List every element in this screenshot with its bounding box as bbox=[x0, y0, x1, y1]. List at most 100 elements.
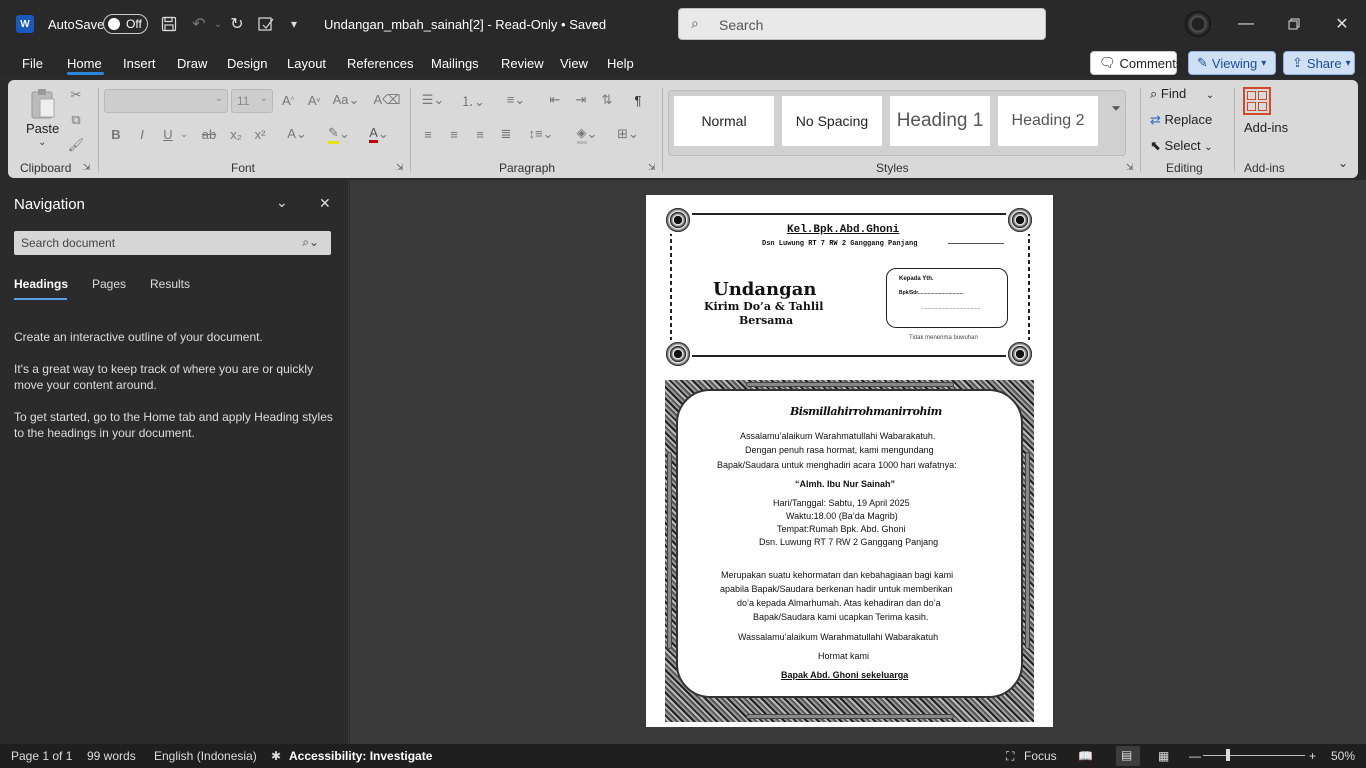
strikethrough-icon[interactable]: ab bbox=[200, 124, 218, 144]
redo-icon[interactable]: ↻ bbox=[226, 13, 248, 35]
tab-insert[interactable]: Insert bbox=[123, 56, 156, 71]
underline-dropdown-icon[interactable]: ⌄ bbox=[178, 124, 190, 144]
tab-draw[interactable]: Draw bbox=[177, 56, 207, 71]
shading-icon[interactable]: ◈ ⌄ bbox=[572, 124, 602, 144]
tab-mailings[interactable]: Mailings bbox=[431, 56, 479, 71]
shrink-font-icon[interactable]: Av bbox=[306, 90, 322, 110]
zoom-slider-thumb[interactable] bbox=[1226, 749, 1230, 761]
multilevel-list-icon[interactable]: ≡⌄ bbox=[500, 90, 532, 110]
tab-view[interactable]: View bbox=[560, 56, 588, 71]
italic-icon[interactable]: I bbox=[134, 124, 150, 144]
align-right-icon[interactable]: ≡ bbox=[472, 124, 488, 144]
increase-indent-icon[interactable]: ⇥ bbox=[572, 90, 590, 110]
sort-icon[interactable]: ⇅ bbox=[598, 90, 616, 110]
addins-icon[interactable] bbox=[1243, 87, 1271, 115]
align-center-icon[interactable]: ≡ bbox=[446, 124, 462, 144]
styles-more-icon[interactable]: ⏷ bbox=[1111, 101, 1121, 116]
paste-icon[interactable] bbox=[28, 86, 58, 122]
tab-file[interactable]: File bbox=[22, 56, 43, 71]
invitation-line-2: Bapak/Saudara untuk menghadiri acara 100… bbox=[717, 460, 957, 470]
dialog-launcher-icon[interactable]: ⇲ bbox=[648, 162, 656, 173]
style-heading-2[interactable]: Heading 2 bbox=[998, 96, 1098, 146]
zoom-in-icon[interactable]: + bbox=[1309, 749, 1316, 763]
chevron-down-icon[interactable]: ⌄ bbox=[276, 194, 288, 211]
tab-home[interactable]: Home bbox=[67, 56, 102, 71]
tab-design[interactable]: Design bbox=[227, 56, 267, 71]
font-color-icon[interactable]: A ⌄ bbox=[364, 124, 394, 144]
collapse-ribbon-icon[interactable]: ⌄ bbox=[1338, 156, 1348, 170]
print-layout-icon[interactable]: ▤ bbox=[1116, 746, 1140, 766]
change-case-icon[interactable]: Aa⌄ bbox=[333, 90, 360, 110]
dialog-launcher-icon[interactable]: ⇲ bbox=[1126, 162, 1134, 173]
dialog-launcher-icon[interactable]: ⇲ bbox=[396, 162, 404, 173]
restore-icon[interactable] bbox=[1282, 12, 1306, 36]
avatar[interactable] bbox=[1185, 11, 1211, 37]
addins-label[interactable]: Add-ins bbox=[1244, 120, 1288, 135]
paste-dropdown-icon[interactable]: ⌄ bbox=[38, 137, 46, 148]
tab-review[interactable]: Review bbox=[501, 56, 544, 71]
page-count[interactable]: Page 1 of 1 bbox=[11, 749, 72, 763]
replace-button[interactable]: ⇄ Replace bbox=[1150, 112, 1212, 128]
search-input[interactable]: ⌕ Search bbox=[678, 8, 1046, 40]
borders-icon[interactable]: ⊞⌄ bbox=[612, 124, 644, 144]
save-icon[interactable] bbox=[158, 13, 180, 35]
find-button[interactable]: ⌕ Find ⌄ bbox=[1150, 86, 1214, 102]
word-count[interactable]: 99 words bbox=[87, 749, 136, 763]
status-bar: Page 1 of 1 99 words English (Indonesia)… bbox=[0, 744, 1366, 768]
grow-font-icon[interactable]: A ^ bbox=[280, 90, 296, 110]
tab-help[interactable]: Help bbox=[607, 56, 634, 71]
focus-button[interactable]: Focus bbox=[1024, 749, 1057, 763]
web-layout-icon[interactable]: ▦ bbox=[1158, 749, 1169, 763]
viewing-mode-button[interactable]: ✎ Viewing ▾ bbox=[1188, 51, 1276, 75]
accessibility-status[interactable]: Accessibility: Investigate bbox=[289, 749, 432, 763]
closing-line-4: Bapak/Saudara kami ucapkan Terima kasih. bbox=[753, 612, 929, 622]
minimize-icon[interactable]: — bbox=[1234, 12, 1258, 36]
event-time: Waktu:18.00 (Ba’da Magrib) bbox=[786, 511, 898, 521]
tab-results[interactable]: Results bbox=[150, 277, 190, 291]
style-no-spacing[interactable]: No Spacing bbox=[782, 96, 882, 146]
close-icon[interactable]: ✕ bbox=[319, 195, 331, 212]
search-document-input[interactable]: Search document ⌕⌄ bbox=[14, 231, 331, 255]
tab-pages[interactable]: Pages bbox=[92, 277, 126, 291]
font-size-combo[interactable]: 11 ⌄ bbox=[231, 89, 273, 113]
copy-icon[interactable]: ⧉ bbox=[66, 110, 86, 130]
share-button[interactable]: ⇪ Share ▾ bbox=[1283, 51, 1355, 75]
subscript-icon[interactable]: x₂ bbox=[228, 124, 244, 144]
zoom-level[interactable]: 50% bbox=[1331, 749, 1355, 763]
numbering-icon[interactable]: ⒈⌄ bbox=[458, 90, 488, 110]
tab-references[interactable]: References bbox=[347, 56, 413, 71]
document-title[interactable]: Undangan_mbah_sainah[2] - Read-Only • Sa… bbox=[324, 17, 606, 32]
format-painter-icon[interactable]: 🖌 bbox=[66, 135, 86, 155]
text-effects-icon[interactable]: A⌄ bbox=[282, 124, 312, 144]
tab-headings[interactable]: Headings bbox=[14, 277, 68, 291]
decrease-indent-icon[interactable]: ⇤ bbox=[546, 90, 564, 110]
language-indicator[interactable]: English (Indonesia) bbox=[154, 749, 257, 763]
justify-icon[interactable]: ≣ bbox=[498, 124, 514, 144]
dialog-launcher-icon[interactable]: ⇲ bbox=[83, 162, 91, 173]
font-name-combo[interactable]: ⌄ bbox=[104, 89, 228, 113]
customize-toolbar-icon[interactable]: ▾ bbox=[283, 13, 305, 35]
close-icon[interactable]: ✕ bbox=[1330, 12, 1354, 36]
touch-mode-icon[interactable] bbox=[255, 13, 277, 35]
bullets-icon[interactable]: ☰⌄ bbox=[418, 90, 448, 110]
read-mode-icon[interactable]: 📖 bbox=[1078, 749, 1093, 763]
clear-formatting-icon[interactable]: A⌫ bbox=[373, 90, 400, 110]
zoom-slider[interactable] bbox=[1203, 755, 1305, 756]
line-spacing-icon[interactable]: ↕≡⌄ bbox=[526, 124, 556, 144]
underline-icon[interactable]: U bbox=[160, 124, 176, 144]
cut-icon[interactable]: ✂ bbox=[66, 85, 86, 105]
paste-label[interactable]: Paste bbox=[26, 121, 59, 136]
style-normal[interactable]: Normal bbox=[674, 96, 774, 146]
select-button[interactable]: ⬉ Select ⌄ bbox=[1150, 138, 1213, 154]
style-heading-1[interactable]: Heading 1 bbox=[890, 96, 990, 146]
bold-icon[interactable]: B bbox=[108, 124, 124, 144]
align-left-icon[interactable]: ≡ bbox=[420, 124, 436, 144]
autosave-toggle[interactable]: Off bbox=[103, 14, 148, 34]
tab-layout[interactable]: Layout bbox=[287, 56, 326, 71]
comments-button[interactable]: 🗨 Comments bbox=[1090, 51, 1182, 75]
zoom-out-icon[interactable]: — bbox=[1189, 749, 1201, 763]
superscript-icon[interactable]: x² bbox=[252, 124, 268, 144]
highlight-color-icon[interactable]: ✎ ⌄ bbox=[324, 124, 354, 144]
chevron-down-icon[interactable]: ⌄ bbox=[590, 14, 600, 28]
show-formatting-icon[interactable]: ¶ bbox=[630, 90, 646, 110]
